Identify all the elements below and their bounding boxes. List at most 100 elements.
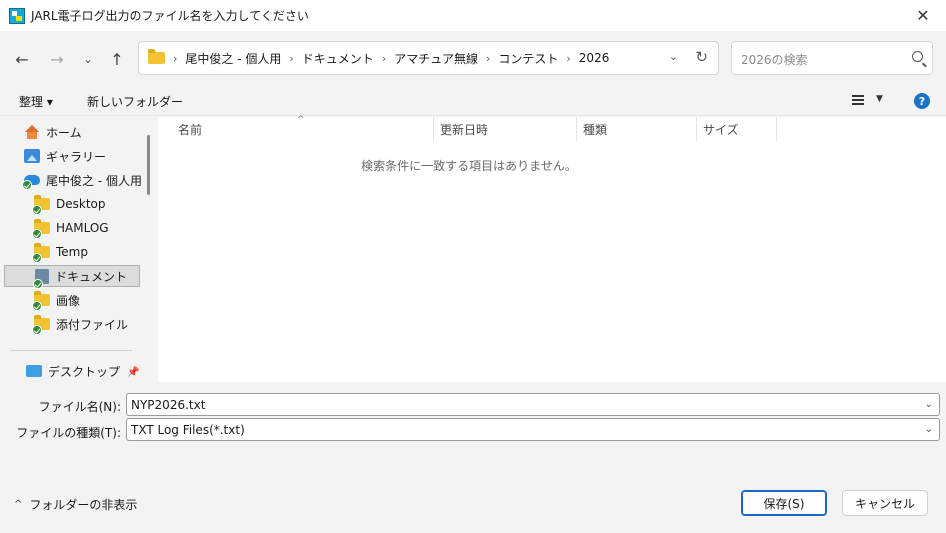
sync-check-icon	[32, 205, 42, 215]
arrow-up-icon: ↑	[110, 49, 124, 69]
view-dropdown-icon[interactable]: ▼	[876, 94, 883, 104]
recent-locations-button[interactable]: ⌄	[74, 45, 102, 73]
sidebar-divider	[10, 350, 132, 351]
sidebar-item-label: Temp	[56, 245, 88, 259]
arrow-right-icon: →	[50, 49, 64, 69]
folder-icon	[32, 291, 50, 311]
folder-icon	[32, 315, 50, 335]
chevron-right-icon: ›	[485, 51, 491, 65]
folder-icon	[32, 219, 50, 239]
column-header-size[interactable]: サイズ	[697, 117, 777, 141]
cancel-button[interactable]: キャンセル	[842, 490, 928, 516]
address-dropdown-icon[interactable]: ⌄	[669, 50, 678, 63]
organize-button[interactable]: 整理 ▾	[19, 93, 53, 110]
breadcrumb-item[interactable]: 2026	[579, 51, 610, 65]
sidebar-item-temp[interactable]: Temp	[32, 241, 150, 263]
sidebar-item-label: ギャラリー	[46, 149, 107, 164]
sort-ascending-icon: ^	[297, 115, 305, 125]
sidebar-item-label: 画像	[56, 293, 81, 308]
home-icon	[24, 125, 40, 139]
column-header-label: サイズ	[703, 122, 739, 137]
sync-check-icon	[32, 229, 42, 239]
sidebar-item-label: Desktop	[56, 197, 106, 211]
arrow-left-icon: ←	[15, 49, 29, 69]
breadcrumb-item[interactable]: コンテスト	[498, 50, 558, 67]
title-bar: JARL電子ログ出力のファイル名を入力してください ✕	[0, 0, 946, 31]
hide-folders-label: フォルダーの非表示	[29, 498, 138, 512]
folder-icon	[148, 49, 165, 64]
sync-check-icon	[32, 301, 42, 311]
forward-button[interactable]: →	[43, 45, 71, 73]
address-bar[interactable]: › 尾中俊之 - 個人用 › ドキュメント › アマチュア無線 › コンテスト …	[138, 41, 719, 75]
filename-label: ファイル名(N):	[38, 400, 121, 414]
sidebar-item-onedrive[interactable]: 尾中俊之 - 個人用	[22, 169, 150, 191]
new-folder-button[interactable]: 新しいフォルダー	[87, 93, 183, 110]
file-list[interactable]: 名前 ^ 更新日時 種類 サイズ 検索条件に一致する項目はありません。	[158, 115, 946, 382]
sidebar-item-desktop-folder[interactable]: Desktop	[32, 193, 150, 215]
breadcrumb-item[interactable]: ドキュメント	[302, 50, 374, 67]
search-icon[interactable]	[912, 51, 923, 62]
sidebar-item-pictures[interactable]: 画像	[32, 289, 150, 311]
breadcrumb-item[interactable]: アマチュア無線	[394, 50, 478, 67]
dialog-footer: ファイル名(N): NYP2026.txt ⌄ ファイルの種類(T): TXT …	[0, 382, 946, 533]
column-header-type[interactable]: 種類	[577, 117, 697, 141]
hide-folders-toggle[interactable]: ^ フォルダーの非表示	[14, 496, 137, 513]
sidebar-item-home[interactable]: ホーム	[24, 121, 150, 143]
refresh-icon[interactable]: ↻	[695, 48, 708, 66]
documents-icon	[33, 268, 49, 289]
sync-check-icon	[33, 278, 43, 289]
column-header-modified[interactable]: 更新日時	[434, 117, 577, 141]
sync-check-icon	[32, 325, 42, 335]
back-button[interactable]: ←	[8, 45, 36, 73]
help-icon[interactable]: ?	[914, 93, 930, 109]
sidebar-item-label: HAMLOG	[56, 221, 109, 235]
command-bar: 整理 ▾ 新しいフォルダー ▼ ?	[0, 86, 946, 116]
view-options-icon[interactable]	[852, 95, 864, 105]
up-button[interactable]: ↑	[103, 45, 131, 73]
sidebar-item-documents[interactable]: ドキュメント	[4, 265, 140, 289]
sidebar-item-label: ドキュメント	[55, 269, 128, 284]
column-header-label: 更新日時	[440, 122, 489, 137]
filename-value: NYP2026.txt	[131, 398, 206, 412]
folder-icon	[32, 243, 50, 263]
filename-field[interactable]: NYP2026.txt ⌄	[126, 393, 940, 416]
column-header-label: 種類	[583, 122, 608, 137]
gallery-icon	[24, 149, 40, 163]
sync-check-icon	[22, 180, 32, 190]
column-header-label: 名前	[178, 122, 203, 137]
navigation-pane: ホーム ギャラリー 尾中俊之 - 個人用 Desktop HAMLOG Temp…	[0, 117, 150, 382]
breadcrumb-item[interactable]: 尾中俊之 - 個人用	[185, 50, 281, 67]
sidebar-item-gallery[interactable]: ギャラリー	[24, 145, 150, 167]
chevron-right-icon: ›	[566, 51, 571, 65]
filetype-select[interactable]: TXT Log Files(*.txt) ⌄	[126, 418, 940, 441]
desktop-icon	[26, 365, 42, 377]
chevron-right-icon: ›	[381, 51, 387, 65]
sidebar-scrollbar[interactable]	[147, 135, 150, 195]
pin-icon[interactable]: 📌	[127, 367, 139, 378]
chevron-down-icon: ⌄	[83, 52, 93, 66]
search-placeholder: 2026の検索	[741, 53, 808, 67]
chevron-right-icon: ›	[173, 51, 178, 65]
sidebar-item-label: ホーム	[46, 125, 82, 140]
sidebar-item-label: 尾中俊之 - 個人用	[46, 173, 142, 188]
close-icon: ✕	[916, 6, 930, 25]
sync-check-icon	[32, 253, 42, 263]
folder-icon	[32, 195, 50, 215]
sidebar-item-hamlog[interactable]: HAMLOG	[32, 217, 150, 239]
filetype-label: ファイルの種類(T):	[16, 426, 121, 440]
sidebar-item-label: 添付ファイル	[56, 317, 129, 332]
close-button[interactable]: ✕	[900, 0, 946, 31]
filetype-value: TXT Log Files(*.txt)	[131, 423, 245, 437]
chevron-down-icon[interactable]: ⌄	[925, 399, 933, 410]
chevron-up-icon: ^	[14, 499, 23, 510]
save-button[interactable]: 保存(S)	[741, 490, 827, 516]
sidebar-item-attachments[interactable]: 添付ファイル	[32, 313, 150, 335]
search-input[interactable]: 2026の検索	[731, 41, 933, 75]
app-icon	[9, 7, 25, 24]
chevron-right-icon: ›	[289, 51, 294, 65]
onedrive-icon	[22, 175, 40, 190]
empty-message: 検索条件に一致する項目はありません。	[361, 159, 577, 173]
window-title: JARL電子ログ出力のファイル名を入力してください	[31, 9, 309, 23]
sidebar-item-label: デスクトップ	[48, 364, 121, 379]
chevron-down-icon[interactable]: ⌄	[925, 424, 933, 435]
